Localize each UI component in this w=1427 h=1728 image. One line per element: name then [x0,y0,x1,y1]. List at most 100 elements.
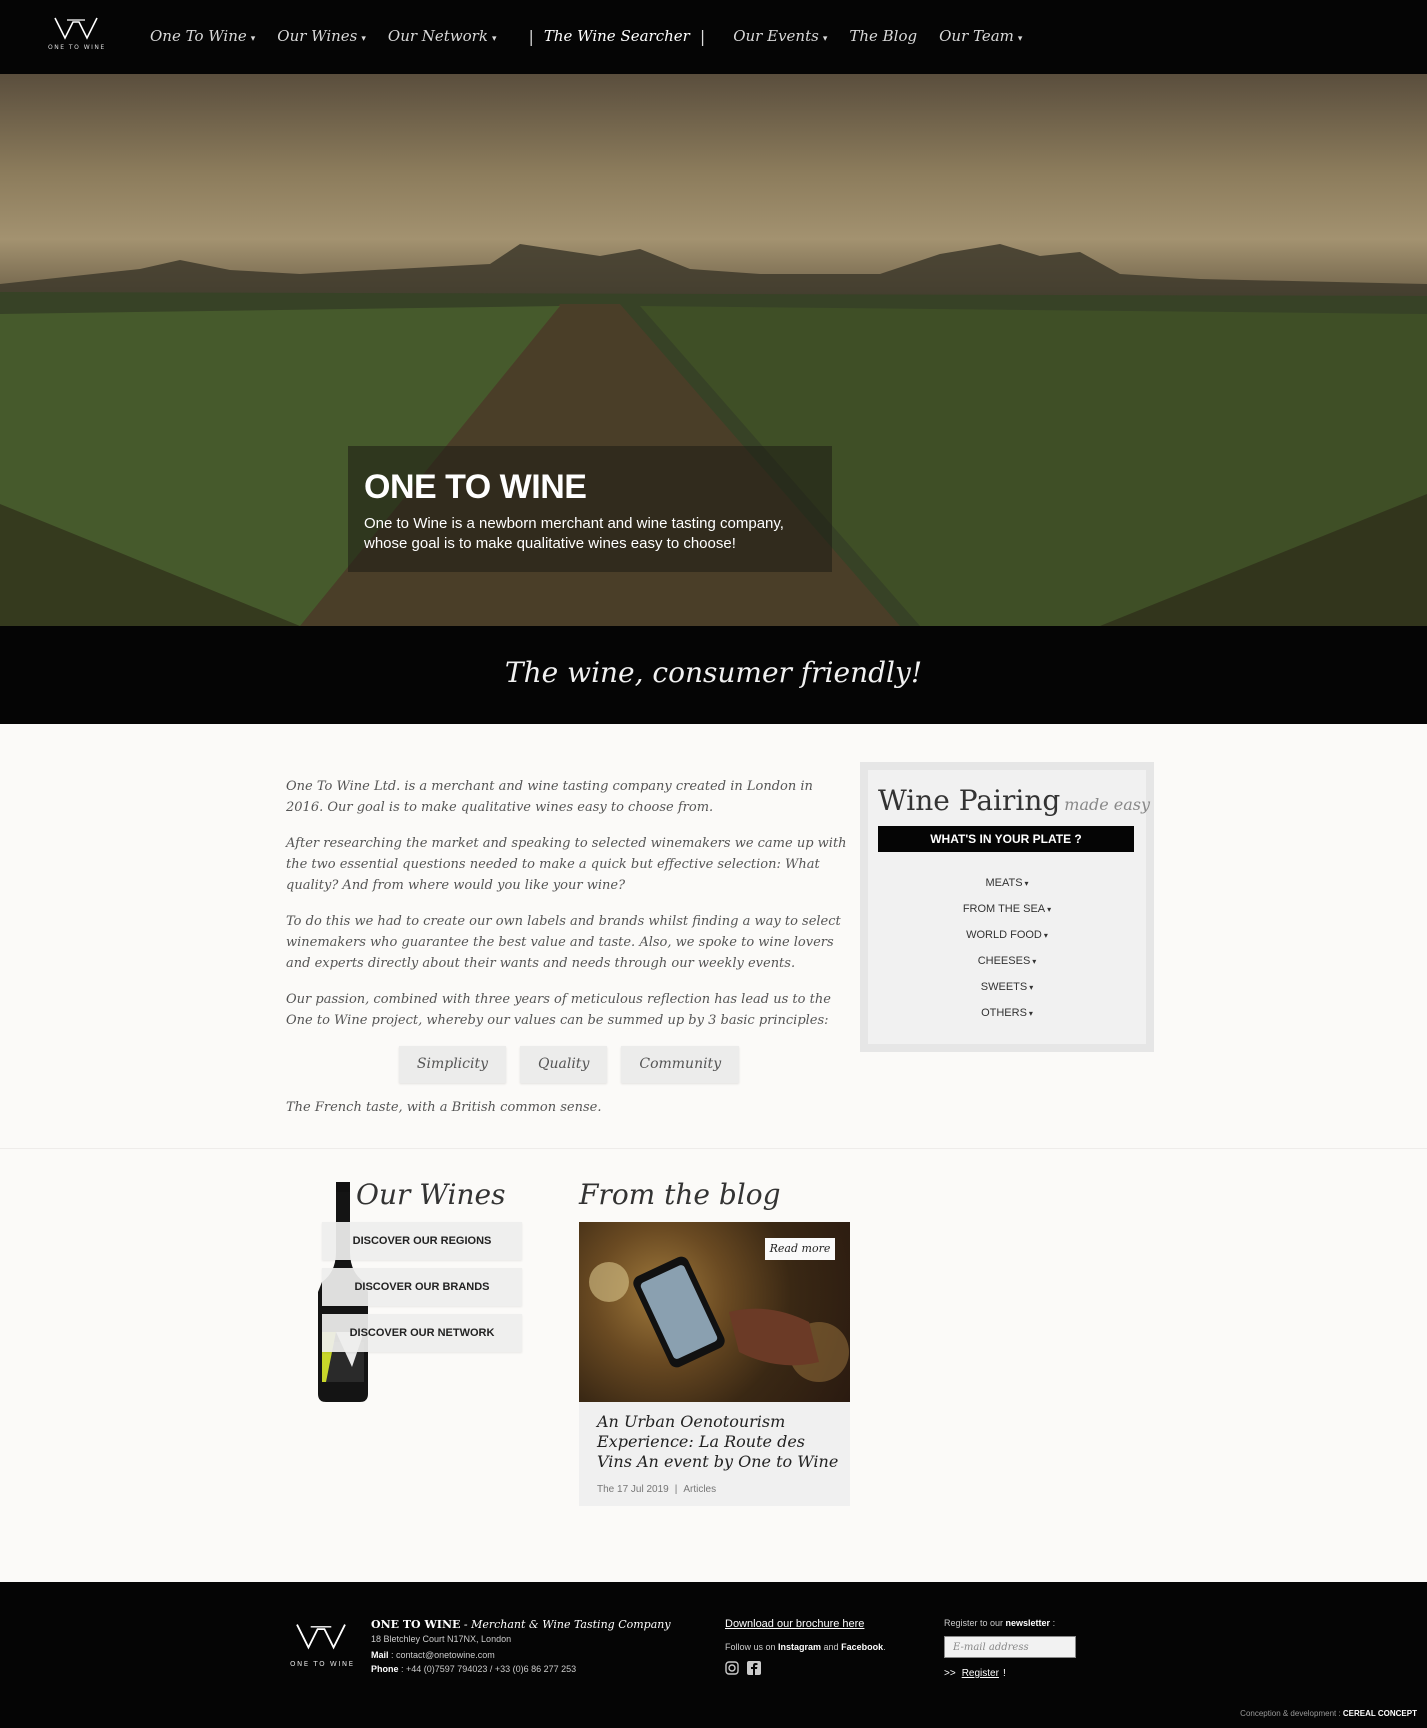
newsletter-bold: newsletter [1005,1618,1051,1628]
newsletter-email-input[interactable] [944,1636,1076,1658]
discover-brands-button[interactable]: DISCOVER OUR BRANDS [322,1268,522,1306]
section-divider [0,1148,1427,1149]
about-paragraph: After researching the market and speakin… [286,836,847,893]
logo-text: ONE TO WINE [48,44,106,51]
chevron-down-icon: ▾ [822,34,828,44]
logo-w-icon [296,1624,346,1650]
chevron-down-icon: ▾ [250,34,256,44]
company-desc: - Merchant & Wine Tasting Company [460,1618,671,1631]
register-button[interactable]: Register [962,1668,999,1679]
chevron-down-icon: ▾ [1032,957,1037,966]
credit-text: Conception & development : [1240,1709,1343,1718]
newsletter-label: Register to our newsletter : [944,1618,1055,1628]
pairing-label: OTHERS [981,1007,1027,1019]
about-section: One To Wine Ltd. is a merchant and wine … [286,776,852,1133]
value-community: Community [621,1046,740,1083]
pairing-label: WORLD FOOD [966,929,1042,941]
instagram-icon[interactable] [725,1660,739,1675]
download-brochure-link[interactable]: Download our brochure here [725,1618,864,1630]
chevron-down-icon: ▾ [491,34,497,44]
meta-separator: | [674,1484,678,1495]
pairing-label: FROM THE SEA [962,903,1046,915]
blog-post-image[interactable]: Read more [579,1222,850,1402]
footer-mail: Mail : contact@onetowine.com [371,1650,495,1660]
nav-item-our-network[interactable]: Our Network ▾ [388,27,497,45]
pairing-heading: Wine Pairing made easy [878,784,1150,817]
nav-item-our-team[interactable]: Our Team ▾ [939,27,1022,45]
chevron-down-icon: ▾ [1017,34,1023,44]
follow-suffix: . [883,1642,886,1652]
nav-item-the-blog[interactable]: The Blog [849,27,917,45]
footer-company: ONE TO WINE - Merchant & Wine Tasting Co… [371,1618,671,1631]
follow-and: and [821,1642,842,1652]
register-exclamation: ! [1002,1668,1006,1679]
discover-regions-button[interactable]: DISCOVER OUR REGIONS [322,1222,522,1260]
footer-follow: Follow us on Instagram and Facebook. [725,1642,886,1652]
phone-value: : +44 (0)7597 794023 / +33 (0)6 86 277 2… [398,1664,577,1674]
nav-label: The Wine Searcher [543,27,690,45]
newsletter-suffix: : [1050,1618,1056,1628]
footer-address: 18 Bletchley Court N17NX, London [371,1634,512,1644]
pairing-subtitle: made easy [1064,795,1151,814]
credit-link[interactable]: CEREAL CONCEPT [1343,1709,1417,1718]
blog-post-card[interactable]: Read more An Urban Oenotourism Experienc… [579,1222,850,1506]
social-icons [725,1660,769,1675]
chevron-down-icon: ▾ [361,34,366,44]
value-simplicity: Simplicity [398,1046,507,1083]
facebook-link[interactable]: Facebook [841,1642,883,1652]
footer-phone: Phone : +44 (0)7597 794023 / +33 (0)6 86… [371,1664,576,1674]
pairing-item-sweets[interactable]: SWEETS ▾ [868,974,1146,1000]
instagram-link[interactable]: Instagram [778,1642,821,1652]
nav-item-wine-searcher[interactable]: The Wine Searcher [544,27,690,45]
nav-label: Our Wines [277,27,358,45]
blog-post-category[interactable]: Articles [683,1484,716,1495]
nav-item-one-to-wine[interactable]: One To Wine ▾ [150,27,255,45]
read-more-button[interactable]: Read more [765,1238,835,1260]
follow-text: Follow us on [725,1642,779,1652]
footer-logo[interactable]: ONE TO WINE [290,1620,355,1668]
chevron-down-icon: ▾ [1029,983,1034,992]
wine-pairing-panel: Wine Pairing made easy WHAT'S IN YOUR PLA… [860,762,1154,1052]
pairing-item-cheeses[interactable]: CHEESES ▾ [868,948,1146,974]
blog-post-meta: The 17 Jul 2019 | Articles [597,1484,716,1495]
pairing-item-meats[interactable]: MEATS ▾ [868,870,1146,896]
pairing-item-from-the-sea[interactable]: FROM THE SEA ▾ [868,896,1146,922]
chevron-down-icon: ▾ [1024,879,1029,888]
tagline: The wine, consumer friendly! [504,656,923,689]
about-paragraph: One To Wine Ltd. is a merchant and wine … [286,779,813,815]
blog-section-title: From the blog [579,1178,781,1211]
pairing-label: SWEETS [980,981,1028,993]
blog-post-title[interactable]: An Urban Oenotourism Experience: La Rout… [597,1412,843,1472]
blog-post-date: The 17 Jul 2019 [597,1484,669,1495]
register-arrows: >> [944,1668,956,1679]
pairing-categories: MEATS ▾ FROM THE SEA ▾ WORLD FOOD ▾ CHEESES… [868,870,1146,1026]
chevron-down-icon: ▾ [1043,931,1048,940]
hero-title: ONE TO WINE [364,468,587,506]
whats-in-your-plate-button[interactable]: WHAT'S IN YOUR PLATE ? [878,826,1134,852]
nav-separator: | [699,26,706,46]
company-name: ONE TO WINE [371,1618,461,1631]
mail-value[interactable]: : contact@onetowine.com [389,1650,495,1660]
footer-logo-text: ONE TO WINE [290,1660,355,1668]
newsletter-text: Register to our [944,1618,1006,1628]
chevron-down-icon: ▾ [1047,905,1052,914]
pairing-item-world-food[interactable]: WORLD FOOD ▾ [868,922,1146,948]
pairing-item-others[interactable]: OTHERS ▾ [868,1000,1146,1026]
discover-network-button[interactable]: DISCOVER OUR NETWORK [322,1314,522,1352]
phone-label: Phone [371,1664,399,1674]
site-footer: ONE TO WINE ONE TO WINE - Merchant & Win… [0,1582,1427,1728]
facebook-icon[interactable] [747,1660,761,1675]
chevron-down-icon: ▾ [1028,1009,1033,1018]
nav-item-our-events[interactable]: Our Events ▾ [733,27,827,45]
nav-label: The Blog [849,27,918,45]
tagline-band: The wine, consumer friendly! [0,626,1427,724]
about-paragraph: To do this we had to create our own labe… [286,914,841,971]
pairing-label: MEATS [985,877,1023,889]
mail-label: Mail [371,1650,389,1660]
nav-label: Our Events [733,27,819,45]
nav-item-our-wines[interactable]: Our Wines ▾ [277,27,366,45]
hero-banner: ONE TO WINE One to Wine is a newborn mer… [0,74,1427,626]
main-menu: One To Wine ▾ Our Wines ▾ Our Network ▾ | T… [150,24,1044,48]
site-logo[interactable]: ONE TO WINE [48,14,104,58]
nav-label: One To Wine [150,27,247,45]
